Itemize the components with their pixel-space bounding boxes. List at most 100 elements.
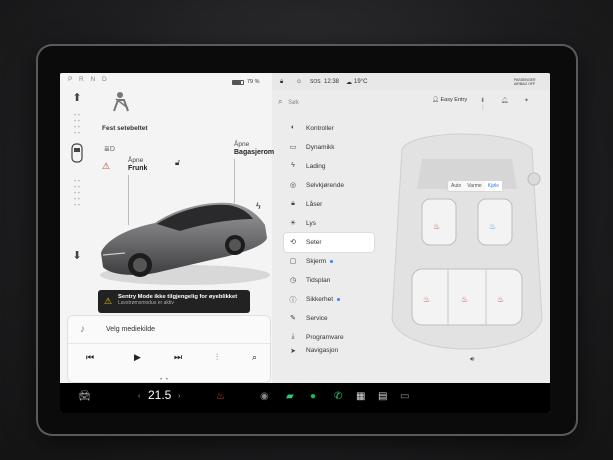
volume-icon[interactable]: 🔊︎ [470,356,474,364]
previous-track-icon[interactable]: ⏮︎ [86,352,94,363]
lock-status-icon[interactable]: 🔒︎ [280,79,283,86]
svg-text:♨: ♨ [489,222,496,231]
update-dot [337,298,341,301]
spotify-icon[interactable]: ● [310,391,316,402]
sos-icon[interactable]: SOS [310,79,321,85]
heat-option-auto[interactable]: Auto [448,181,464,191]
play-icon[interactable]: ▶ [134,352,141,363]
cabin-temp-value: 21.5 [148,388,172,402]
menu-item-navigasjon[interactable]: ➤ Navigasjon [284,347,374,357]
temp-down-icon[interactable]: ‹ [138,393,140,400]
media-source-row[interactable]: ♪ Velg mediekilde [68,316,270,344]
cabin-seat-diagram: ♨ ♨ ♨ ♨ ♨ [391,133,543,350]
gear-selector[interactable]: P R N D [68,76,109,83]
camera-icon[interactable]: ◉ [260,391,269,402]
arrow-down-icon[interactable]: ⬇ [70,249,84,263]
seatbelt-warning-label: Fest setebeltet [102,125,148,132]
battery-icon [232,79,244,85]
airbag-indicator: PASSENGER AIRBAG OFF [514,78,536,86]
notes-icon[interactable]: ▤ [378,391,387,402]
car-menu-icon[interactable]: 🚘︎ [78,391,91,402]
car-render [100,202,270,285]
warning-icon: ⚠ [104,296,113,306]
display-icon: ▢ [289,258,297,265]
download-icon: ⤓ [291,333,295,340]
battery-status: 79 % [232,79,260,85]
menu-label: Seter [306,239,322,246]
heat-option-varme[interactable]: Varme [464,181,484,191]
menu-label: Tidsplan [306,277,331,284]
lock-open-icon[interactable]: 🔓︎ [175,158,180,168]
menu-item-service[interactable]: ✎ Service [284,309,374,328]
dots-divider: • • • • • • • • • • [74,179,80,209]
clock-time: 12:38 [324,79,340,85]
apps-icon[interactable]: ▦ [356,391,365,402]
info-icon: ⓘ [289,297,297,304]
menu-item-tidsplan[interactable]: ◷ Tidsplan [284,271,374,290]
nav-icon: ➤ [290,348,296,355]
menu-item-kontroller[interactable]: ◐ Kontroller [284,119,374,138]
search-media-icon[interactable]: ⌕ [252,352,257,363]
profile-name: Easy Entry [440,97,468,103]
status-bar: 🔒︎ ☺ SOS 12:38 ☁ 19°C PASSENGER AIRBAG O… [272,73,550,91]
headlight-icon: ≣D [104,146,115,153]
update-dot [330,260,334,263]
toggle-icon: ◐ [290,124,296,131]
menu-item-dynamikk[interactable]: ▭ Dynamikk [284,138,374,157]
menu-item-selvkjorende[interactable]: ◎ Selvkjørende [284,176,374,195]
lock-icon: 🔒︎ [291,200,295,207]
car-top-icon [70,143,84,163]
phone-icon[interactable]: ✆ [334,391,342,402]
search-icon: ⌕ [278,97,283,106]
temp-up-icon[interactable]: › [178,393,180,400]
clock-icon: ◷ [289,277,297,284]
svg-text:♨: ♨ [497,295,504,304]
menu-item-seter[interactable]: ⟲ Seter [284,233,374,252]
search-placeholder: Søk [288,100,299,106]
menu-label: Lading [306,163,326,170]
seat-climate-toggle[interactable]: Auto Varme Kjøle [448,181,503,191]
menu-item-lading[interactable]: ϟ Lading [284,157,374,176]
battery-percent: 79 % [247,79,260,85]
sentry-subtitle: Lavstrømsmodus er aktiv [118,300,174,306]
heat-option-kjole[interactable]: Kjøle [484,181,503,191]
frunk-label: Frunk [128,164,148,172]
calendar-icon[interactable]: ▭ [400,391,409,402]
menu-label: Kontroller [306,125,334,132]
light-icon: ☀ [289,220,297,227]
sentry-mode-toast: ⚠ Sentry Mode ikke tilgjengelig for øyeb… [98,290,250,313]
wrench-icon: ✎ [290,315,296,322]
menu-item-skjerm[interactable]: ▢ Skjerm [284,252,374,271]
stocks-app-icon[interactable]: ▰ [286,391,294,402]
profile-icon[interactable]: ☺ [296,79,302,85]
arrow-up-icon[interactable]: ⬆ [70,91,84,105]
menu-label: Dynamikk [306,144,335,151]
driver-profile[interactable]: 👤︎ Easy Entry [432,97,467,103]
menu-item-lys[interactable]: ☀ Lys [284,214,374,233]
dots-divider: • • • • • • • • [74,113,80,137]
outside-temp: 19°C [354,79,368,85]
header-quick-icons[interactable]: ⬇ 🔔︎ ✦ ⋮ [480,97,550,111]
equalizer-icon[interactable]: ⫶ [216,352,218,363]
media-source-label: Velg mediekilde [106,326,156,333]
seatbelt-alert-icon: ⚠ [102,161,111,171]
menu-item-sikkerhet[interactable]: ⓘ Sikkerhet [284,290,374,309]
svg-text:♨: ♨ [433,222,440,231]
cabin-temperature[interactable]: 21.5 [148,388,171,402]
media-player: ♪ Velg mediekilde ⏮︎ ▶ ⏭︎ ⫶ ⌕ [68,316,270,382]
menu-label: Sikkerhet [306,296,334,303]
frunk-callout[interactable]: Åpne Frunk [128,157,147,172]
svg-text:♨: ♨ [423,295,430,304]
person-icon: 👤︎ [432,97,439,103]
car-icon: ▭ [289,144,297,151]
seatbelt-icon [110,91,132,118]
menu-label: Skjerm [306,258,327,265]
menu-item-programvare[interactable]: ⤓ Programvare [284,328,374,347]
settings-search[interactable]: ⌕ Søk [278,97,299,107]
menu-label: Navigasjon [306,347,339,354]
trunk-callout[interactable]: Åpne Bagasjerom [234,141,274,156]
seat-heat-icon[interactable]: ♨ [216,391,225,402]
next-track-icon[interactable]: ⏭︎ [174,352,182,363]
frunk-action: Åpne [128,157,144,164]
menu-item-laser[interactable]: 🔒︎ Låser [284,195,374,214]
